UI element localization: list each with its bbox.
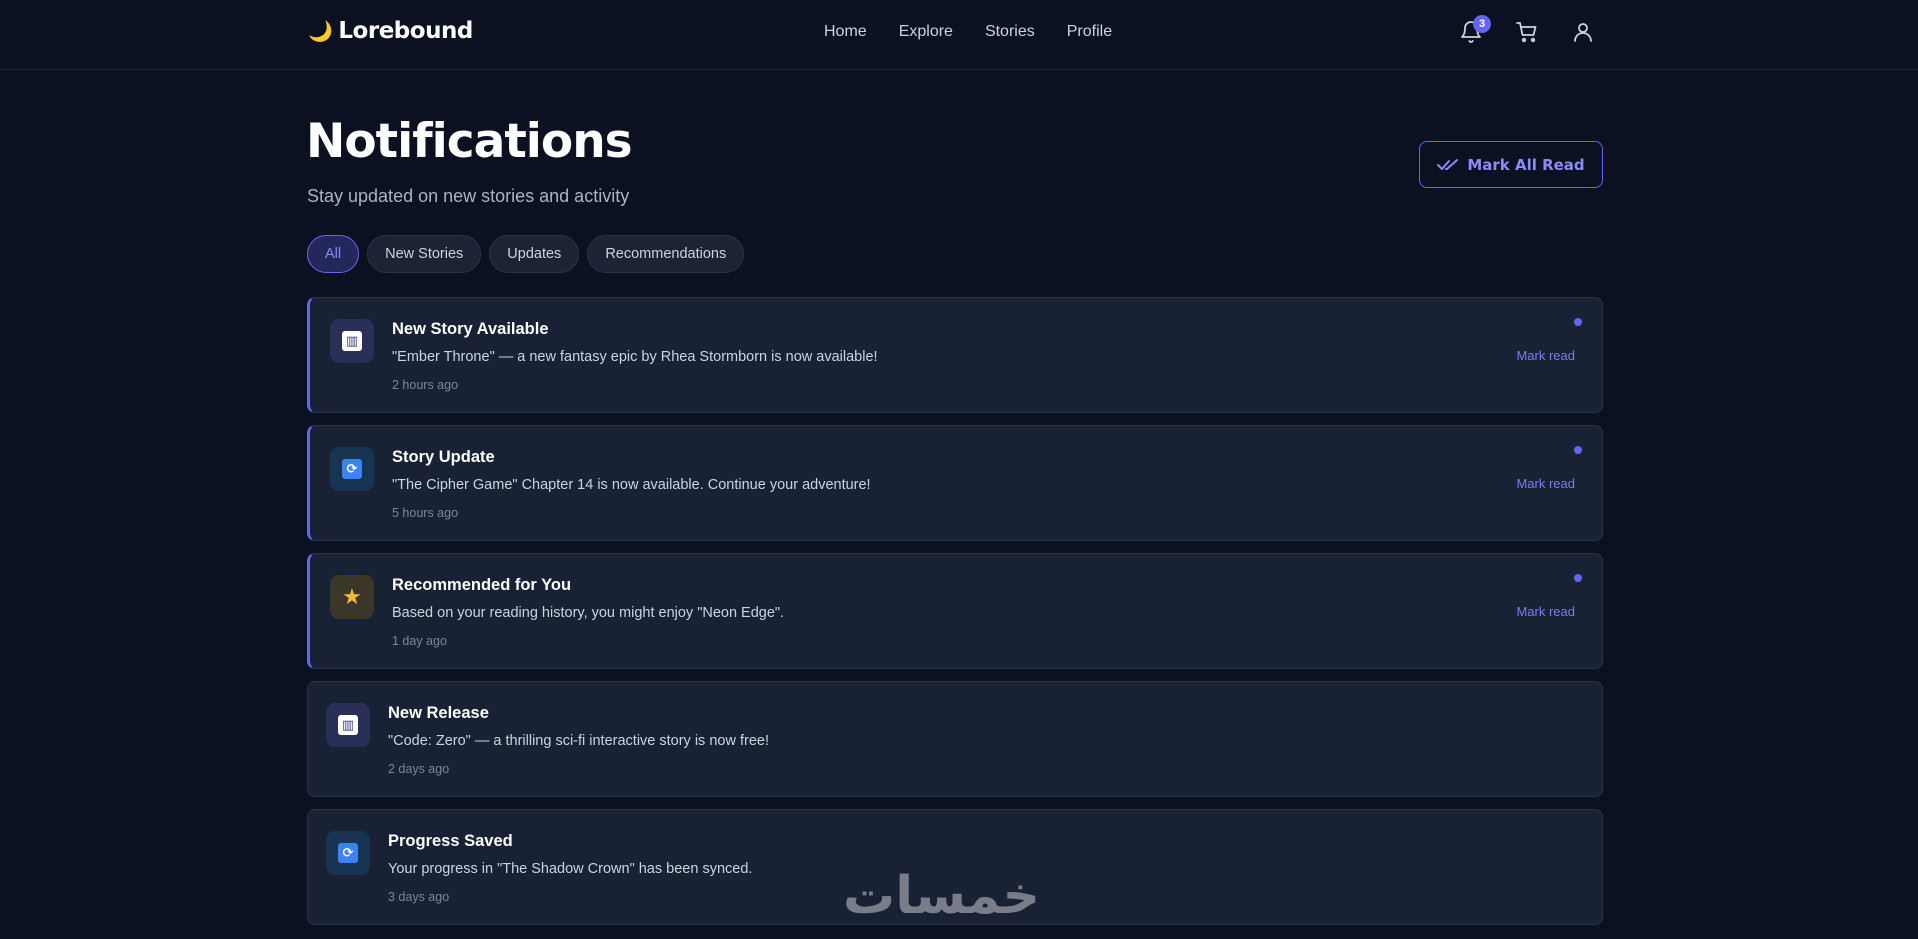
- nav-stories[interactable]: Stories: [985, 23, 1035, 41]
- page-subtitle: Stay updated on new stories and activity: [307, 186, 630, 206]
- moon-icon: 🌙: [308, 19, 333, 43]
- notifications-list: ▥ New Story Available "Ember Throne" — a…: [307, 297, 1603, 937]
- filter-new-stories[interactable]: New Stories: [367, 235, 482, 273]
- nav-explore[interactable]: Explore: [899, 23, 953, 41]
- filter-all[interactable]: All: [307, 235, 360, 273]
- notification-title: Story Update: [392, 448, 495, 466]
- book-icon: ▥: [330, 319, 374, 363]
- notification-title: Progress Saved: [388, 832, 513, 850]
- notification-card[interactable]: ▥ New Release "Code: Zero" — a thrilling…: [307, 681, 1603, 797]
- filter-recommendations[interactable]: Recommendations: [587, 235, 745, 273]
- nav-profile[interactable]: Profile: [1067, 23, 1112, 41]
- notifications-button[interactable]: 3: [1459, 15, 1491, 48]
- user-button[interactable]: [1571, 20, 1599, 48]
- top-navigation-bar: 🌙 Lorebound Home Explore Stories Profile…: [0, 0, 1918, 70]
- nav-home[interactable]: Home: [824, 23, 867, 41]
- notification-text: Based on your reading history, you might…: [392, 605, 785, 621]
- notification-text: "Code: Zero" — a thrilling sci-fi intera…: [388, 733, 769, 749]
- notification-title: New Release: [388, 704, 489, 722]
- page-title: Notifications: [306, 114, 633, 169]
- filter-updates[interactable]: Updates: [489, 235, 580, 273]
- app-name: Lorebound: [338, 18, 473, 44]
- notification-count-badge: 3: [1473, 15, 1491, 33]
- main-nav: Home Explore Stories Profile: [824, 23, 1112, 41]
- unread-dot: [1574, 446, 1582, 454]
- sync-icon: ⟳: [326, 831, 370, 875]
- mark-read-link[interactable]: Mark read: [1516, 604, 1575, 619]
- notification-card[interactable]: ⟳ Story Update "The Cipher Game" Chapter…: [307, 425, 1603, 541]
- notification-time: 2 hours ago: [392, 378, 459, 392]
- cart-button[interactable]: [1515, 20, 1543, 48]
- book-icon: ▥: [326, 703, 370, 747]
- mark-all-read-button[interactable]: Mark All Read: [1419, 141, 1603, 188]
- notification-time: 5 hours ago: [392, 506, 459, 520]
- notification-title: Recommended for You: [392, 576, 572, 594]
- app-logo[interactable]: 🌙 Lorebound: [308, 18, 473, 44]
- notification-title: New Story Available: [392, 320, 549, 338]
- mark-read-link[interactable]: Mark read: [1516, 348, 1575, 363]
- unread-dot: [1574, 318, 1582, 326]
- sync-icon: ⟳: [330, 447, 374, 491]
- unread-dot: [1574, 574, 1582, 582]
- notification-time: 3 days ago: [388, 890, 450, 904]
- user-icon: [1574, 23, 1592, 42]
- star-icon: ★: [330, 575, 374, 619]
- notification-card[interactable]: ★ Recommended for You Based on your read…: [307, 553, 1603, 669]
- mark-read-link[interactable]: Mark read: [1516, 476, 1575, 491]
- watermark-logo: خمسات: [843, 866, 1041, 926]
- cart-icon: [1516, 22, 1537, 43]
- notification-card[interactable]: ▥ New Story Available "Ember Throne" — a…: [307, 297, 1603, 413]
- notification-text: "The Cipher Game" Chapter 14 is now avai…: [392, 477, 871, 493]
- filter-tabs: All New Stories Updates Recommendations: [307, 235, 745, 273]
- notification-time: 1 day ago: [392, 634, 447, 648]
- notification-time: 2 days ago: [388, 762, 450, 776]
- notification-text: Your progress in "The Shadow Crown" has …: [388, 861, 753, 877]
- double-check-icon: [1437, 158, 1459, 170]
- notification-text: "Ember Throne" — a new fantasy epic by R…: [392, 349, 878, 365]
- mark-all-read-label: Mark All Read: [1467, 155, 1585, 174]
